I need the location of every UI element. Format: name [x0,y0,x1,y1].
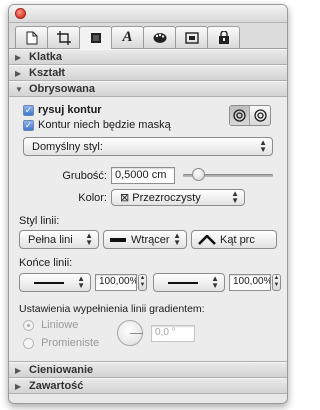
popup-arrows-icon: ▲ ▼ [211,274,219,290]
title-bar [9,5,287,23]
disclosure-right-icon: ▶ [15,365,22,375]
target-icon [233,109,246,122]
end-arrow-popup[interactable]: ▲ ▼ [153,273,225,292]
popup-value: Pełna lini [28,233,73,246]
line-style-label: Styl linii: [19,215,60,227]
disclosure-right-icon: ▶ [15,52,22,62]
tab-image-frame[interactable] [175,26,208,48]
section-label: Kształt [29,67,66,79]
popup-value: Wtrącer [131,233,170,246]
popup-value: Kąt prc [220,233,255,246]
inspector-window: A ▶ Klatka ▶ Kształt ▼ Obrysowana ✓ rysuj… [8,4,288,404]
radial-radio[interactable]: Promieniste [23,337,99,349]
popup-arrows-icon: ▲ ▼ [173,231,181,247]
section-label: Zawartość [29,380,84,392]
radio-indicator [23,319,34,331]
line-join-popup[interactable]: Wtrącer ▲ ▼ [103,230,187,249]
popup-arrows-icon: ▲ ▼ [259,138,267,154]
tab-document[interactable] [15,26,48,48]
line-ends-label: Końce linii: [19,257,73,269]
popup-value: Domyślny styl: [32,140,103,153]
radio-indicator [23,337,34,349]
popup-arrows-icon: ▲ ▼ [231,189,239,205]
stroke-square-icon [90,33,101,43]
default-style-popup[interactable]: Domyślny styl: ▲ ▼ [23,137,273,156]
end-scale-field[interactable]: 100,00% [229,274,271,291]
stroke-outside-button[interactable] [250,106,270,125]
section-zawartosc[interactable]: ▶ Zawartość [9,378,287,394]
tab-frame[interactable] [47,26,80,48]
draw-stroke-checkbox[interactable]: ✓ rysuj kontur [23,104,102,116]
obrysowana-panel: ✓ rysuj kontur ✓ Kontur niech będzie maską… [9,97,287,362]
section-obrysowana[interactable]: ▼ Obrysowana [9,81,287,97]
popup-arrows-icon: ▲ ▼ [77,274,85,290]
section-klatka[interactable]: ▶ Klatka [9,49,287,65]
popup-arrows-icon: ▲ ▼ [85,231,93,247]
disclosure-right-icon: ▶ [15,381,22,391]
color-popup[interactable]: ⊠ Przezroczysty ▲ ▼ [111,189,245,206]
line-end-plain-icon [34,281,64,284]
section-cieniowanie[interactable]: ▶ Cieniowanie [9,362,287,378]
popup-value: ⊠ Przezroczysty [120,192,201,204]
text-a-icon: A [122,29,133,45]
end-scale-stepper[interactable]: ▲ ▼ [272,274,281,291]
gradient-angle-field[interactable]: 0,0 ° [151,325,195,342]
color-label: Kolor: [78,192,107,204]
palette-icon [153,32,166,43]
thickness-field[interactable]: 0,5000 cm [111,167,175,184]
line-style-popup[interactable]: Pełna lini ▲ ▼ [19,230,99,249]
stroke-mask-checkbox[interactable]: ✓ Kontur niech będzie maską [23,119,171,131]
media-frame-icon [184,31,199,44]
start-scale-stepper[interactable]: ▲ ▼ [138,274,147,291]
lock-document-icon [218,31,229,44]
tab-lock[interactable] [207,26,240,48]
gradient-angle-dial[interactable] [117,320,143,346]
checkmark-icon: ✓ [23,119,34,131]
radial-radio-label: Promieniste [41,337,100,350]
corner-angle-icon [198,234,216,245]
section-label: Cieniowanie [29,364,94,376]
thick-line-icon [110,237,126,242]
tab-bar: A [9,23,287,49]
linear-radio[interactable]: Liniowe [23,319,78,331]
corner-popup[interactable]: Kąt prc [191,230,277,249]
frame-crop-icon [56,30,71,45]
section-label: Klatka [29,51,63,63]
thickness-label: Grubość: [62,170,107,182]
tab-stroke[interactable] [79,26,112,49]
line-end-plain-icon [168,281,198,284]
stroke-mask-label: Kontur niech będzie maską [38,119,171,132]
checkmark-icon: ✓ [23,104,34,116]
section-label: Obrysowana [29,83,96,95]
tab-color[interactable] [143,26,176,48]
start-arrow-popup[interactable]: ▲ ▼ [19,273,91,292]
gradient-settings-label: Ustawienia wypełnienia linii gradientem: [19,303,205,315]
stroke-position-segmented [229,105,271,126]
section-ksztalt[interactable]: ▶ Kształt [9,65,287,81]
close-button[interactable] [15,8,26,19]
start-scale-field[interactable]: 100,00% [95,274,137,291]
tab-text[interactable]: A [111,26,144,48]
linear-radio-label: Liniowe [41,319,79,332]
stroke-inside-button[interactable] [230,106,250,125]
draw-stroke-label: rysuj kontur [38,104,102,117]
disclosure-down-icon: ▼ [15,84,23,94]
target-icon [253,109,267,122]
disclosure-right-icon: ▶ [15,68,22,78]
document-icon [26,31,37,44]
thickness-slider-knob[interactable] [192,168,206,181]
